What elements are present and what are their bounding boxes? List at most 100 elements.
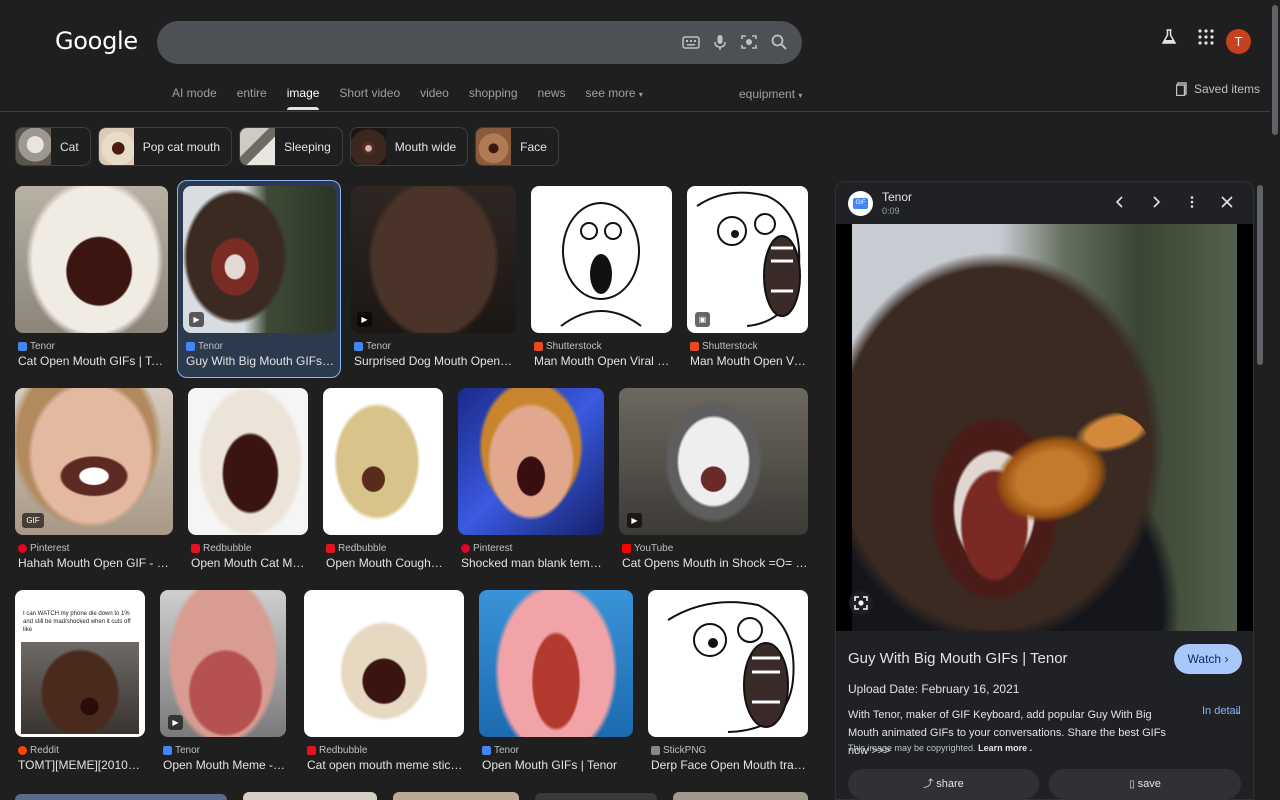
labs-icon[interactable] (1160, 28, 1178, 46)
result-card[interactable]: Redbubble Open Mouth Cat Me... (188, 388, 308, 573)
play-icon: ▶ (189, 312, 204, 327)
chevron-down-icon: ▾ (638, 90, 643, 99)
result-title[interactable]: Hahah Mouth Open GIF - Ha... (18, 556, 173, 570)
result-title[interactable]: Open Mouth Cat Me... (191, 556, 308, 570)
tab-short-video[interactable]: Short video (339, 86, 400, 110)
watch-button[interactable]: Watch › (1174, 644, 1242, 674)
result-title[interactable]: Open Mouth Cough ... (326, 556, 443, 570)
lens-icon[interactable] (739, 32, 759, 52)
tab-all[interactable]: entire (237, 86, 267, 110)
result-source-label: Redbubble (203, 543, 252, 554)
result-card[interactable]: Pinterest Shocked man blank template (458, 388, 604, 573)
tab-more[interactable]: see more ▾ (586, 86, 643, 110)
next-icon[interactable] (1149, 195, 1163, 209)
apps-icon[interactable] (1197, 28, 1215, 46)
tab-video[interactable]: video (420, 86, 449, 110)
chip-sleeping[interactable]: Sleeping (239, 127, 343, 166)
result-card[interactable]: ▶ Tenor Guy With Big Mouth GIFs | ... (183, 186, 336, 371)
saved-items-button[interactable]: Saved items (1176, 82, 1260, 96)
result-card[interactable]: ▶ Tenor Surprised Dog Mouth Open M... (351, 186, 516, 371)
page-scrollbar-thumb[interactable] (1272, 5, 1278, 135)
search-icon[interactable] (769, 32, 789, 52)
google-logo[interactable]: Google (55, 27, 138, 55)
result-card[interactable]: Redbubble Cat open mouth meme sticke... (304, 590, 464, 775)
result-card[interactable]: Tenor Cat Open Mouth GIFs | Tenor (15, 186, 168, 371)
result-title[interactable]: Derp Face Open Mouth trans... (651, 758, 808, 772)
learn-more-link[interactable]: Learn more . (978, 743, 1032, 753)
result-image (479, 590, 633, 737)
result-source: Tenor (186, 341, 223, 352)
result-title[interactable]: Cat Open Mouth GIFs | Tenor (18, 354, 168, 368)
copyright-text: This image may be copyrighted. (848, 743, 976, 753)
tab-news[interactable]: news (538, 86, 566, 110)
tab-ai-mode[interactable]: AI mode (172, 86, 217, 110)
gif-badge: GIF (22, 513, 44, 528)
result-card[interactable]: ▶ YouTube Cat Opens Mouth in Shock =O= -… (619, 388, 808, 573)
chip-label: Cat (60, 139, 79, 154)
source-favicon: GIF (848, 191, 873, 216)
chip-thumbnail (240, 128, 276, 165)
close-icon[interactable] (1220, 195, 1234, 209)
result-title[interactable]: Shocked man blank template (461, 556, 604, 570)
result-source: Redbubble (307, 745, 367, 756)
result-card[interactable]: Shutterstock Man Mouth Open Viral M... (531, 186, 672, 371)
result-source: Shutterstock (690, 341, 758, 352)
result-source-label: Shutterstock (546, 341, 602, 352)
result-card[interactable]: Tenor Open Mouth GIFs | Tenor (479, 590, 633, 775)
search-tabs: AI mode entire image Short video video s… (172, 86, 663, 110)
share-button[interactable]: ⤴ share (848, 769, 1039, 799)
result-image (648, 590, 808, 737)
result-title[interactable]: Man Mouth Open Vir... (690, 354, 808, 368)
result-title[interactable]: Man Mouth Open Viral M... (534, 354, 672, 368)
tab-shopping[interactable]: shopping (469, 86, 518, 110)
result-title[interactable]: Cat open mouth meme sticke... (307, 758, 464, 772)
chip-face[interactable]: Face (475, 127, 559, 166)
result-title[interactable]: Open Mouth GIFs | Tenor (482, 758, 633, 772)
prev-icon[interactable] (1113, 195, 1127, 209)
chip-pop-cat-mouth[interactable]: Pop cat mouth (97, 127, 233, 166)
result-title[interactable]: Cat Opens Mouth in Shock =O= - Y... (622, 556, 808, 570)
chip-mouth-wide[interactable]: Mouth wide (349, 127, 469, 166)
keyboard-icon[interactable] (681, 32, 701, 52)
in-detail-link[interactable]: In detail ⌄ (1202, 704, 1242, 719)
result-card[interactable]: ▣ Shutterstock Man Mouth Open Vir... (687, 186, 808, 371)
preview-image[interactable] (836, 224, 1253, 631)
tools-button[interactable]: equipment ▾ (739, 87, 802, 101)
result-source: StickPNG (651, 745, 706, 756)
result-card[interactable]: ▶ Tenor Open Mouth Meme - O... (160, 590, 286, 775)
preview-title[interactable]: Guy With Big Mouth GIFs | Tenor (848, 650, 1068, 667)
panel-scrollbar[interactable] (1256, 183, 1264, 800)
search-bar[interactable] (157, 21, 802, 64)
result-title[interactable]: Open Mouth Meme - O... (163, 758, 286, 772)
result-image (188, 388, 308, 535)
chip-thumbnail (16, 128, 51, 165)
result-title[interactable]: Guy With Big Mouth GIFs | ... (186, 354, 336, 368)
save-button[interactable]: ▯ save (1049, 769, 1241, 799)
page-scrollbar[interactable] (1270, 0, 1280, 800)
preview-source[interactable]: Tenor (882, 190, 912, 204)
chip-thumbnail (98, 128, 134, 165)
lens-icon[interactable] (849, 591, 873, 615)
result-source: Pinterest (18, 543, 69, 554)
more-icon[interactable] (1185, 195, 1199, 209)
result-image-partial (673, 792, 808, 800)
chip-cat[interactable]: Cat (15, 127, 91, 166)
result-source-label: StickPNG (663, 745, 707, 756)
chip-label: Sleeping (284, 139, 331, 154)
save-label: save (1137, 778, 1161, 790)
result-title[interactable]: TOMT][MEME][2010s] ... (18, 758, 145, 772)
tab-more-label: see more (585, 86, 636, 100)
result-image-partial (15, 794, 227, 800)
panel-scrollbar-thumb[interactable] (1257, 185, 1263, 365)
result-source: Shutterstock (534, 341, 602, 352)
account-avatar[interactable]: T (1226, 29, 1251, 54)
mic-icon[interactable] (710, 32, 730, 52)
tab-images[interactable]: image (286, 86, 319, 110)
result-card[interactable]: Redbubble Open Mouth Cough ... (323, 388, 443, 573)
result-card[interactable]: GIF Pinterest Hahah Mouth Open GIF - Ha.… (15, 388, 173, 573)
result-card[interactable]: I can WATCH my phone die down to 1% and … (15, 590, 145, 775)
result-title[interactable]: Surprised Dog Mouth Open M... (354, 354, 514, 368)
result-source-label: Redbubble (319, 745, 368, 756)
result-card[interactable]: StickPNG Derp Face Open Mouth trans... (648, 590, 808, 775)
result-image (323, 388, 443, 535)
